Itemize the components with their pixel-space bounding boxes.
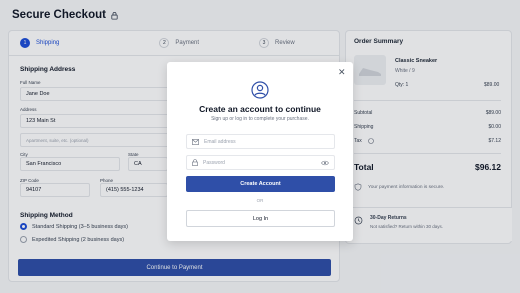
modal-subtitle: Sign up or log in to complete your purch…	[211, 116, 309, 122]
close-icon[interactable]: ✕	[338, 67, 346, 78]
user-icon	[251, 81, 269, 99]
log-in-button[interactable]: Log In	[186, 210, 335, 227]
or-divider: OR	[256, 198, 264, 203]
create-account-button[interactable]: Create Account	[186, 176, 335, 192]
modal-title: Create an account to continue	[199, 104, 321, 114]
lock-icon	[192, 159, 198, 166]
checkout-page: Secure Checkout 1 Shipping 2 Payment 3 R…	[0, 0, 520, 293]
password-field[interactable]: Password	[186, 155, 335, 170]
mail-icon	[192, 138, 199, 145]
email-field[interactable]: Email address	[186, 134, 335, 149]
eye-icon[interactable]	[321, 160, 329, 166]
